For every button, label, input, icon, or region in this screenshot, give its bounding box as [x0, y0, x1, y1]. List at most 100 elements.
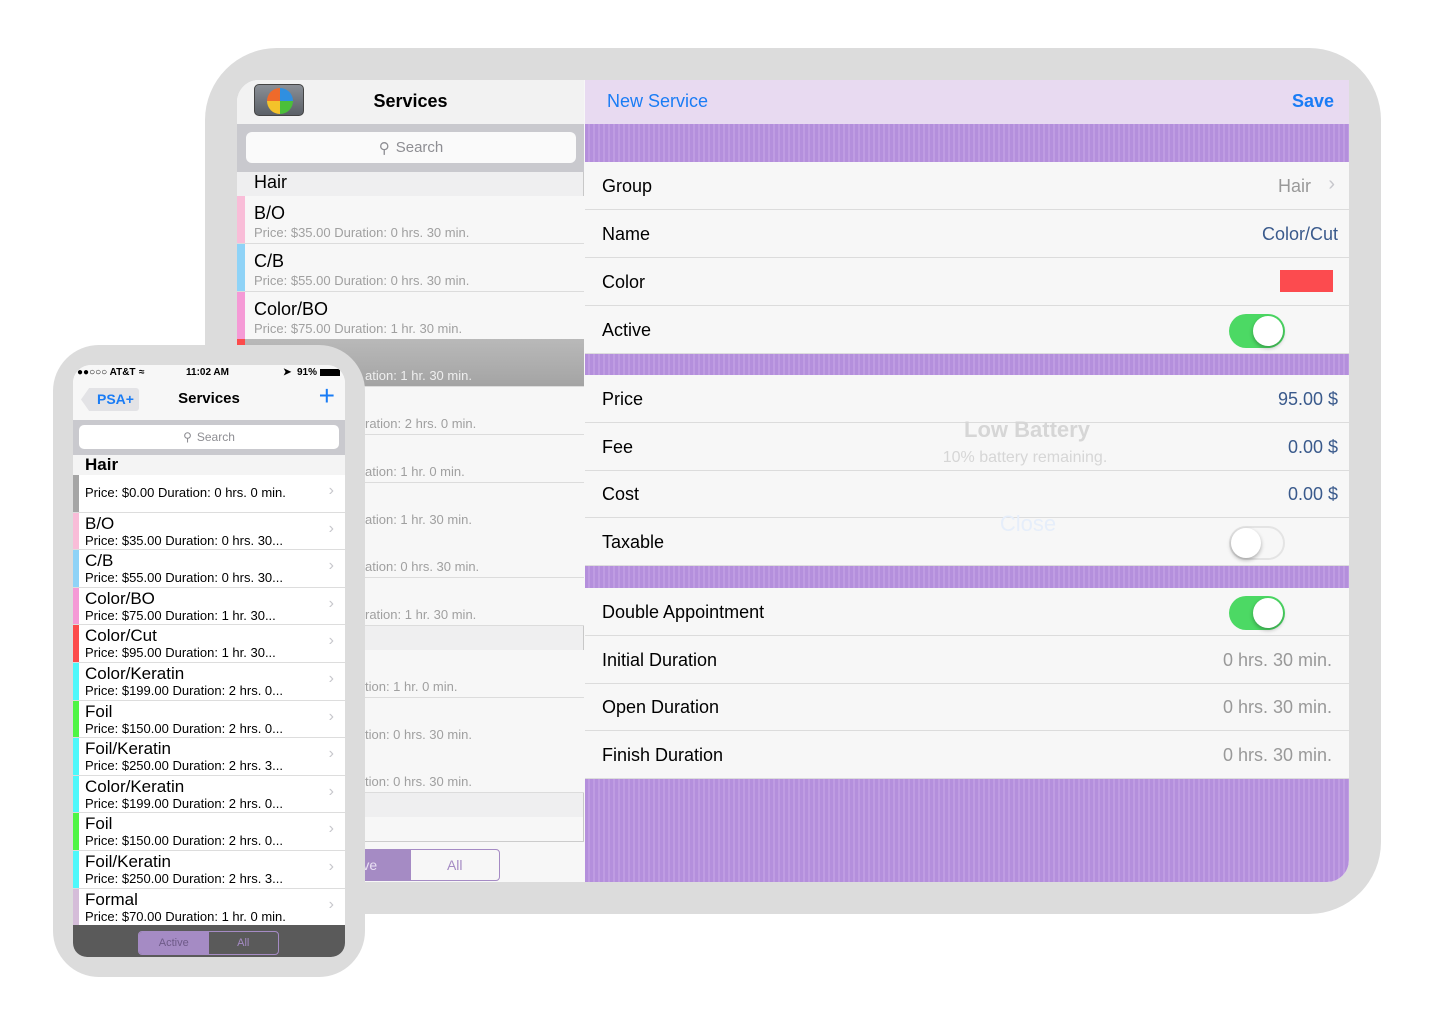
section-header: Hair — [237, 172, 583, 196]
phone-filter-segmented-control: Active All — [138, 931, 279, 955]
field-value[interactable]: Color/Cut — [1262, 224, 1338, 245]
color-bar — [73, 738, 79, 775]
chevron-right-icon: › — [328, 707, 334, 725]
color-bar — [73, 775, 79, 813]
alert-close-button[interactable]: Close — [878, 511, 1178, 537]
list-item[interactable]: Color/BO Price: $75.00 Duration: 1 hr. 30… — [73, 587, 345, 626]
field-value[interactable]: 0 hrs. 30 min. — [1223, 745, 1332, 766]
item-subtitle: ation: 1 hr. 0 min. — [365, 464, 465, 479]
list-item[interactable]: Color/Keratin Price: $199.00 Duration: 2 … — [73, 775, 345, 814]
item-title: Color/BO — [85, 588, 155, 608]
item-title: Color/Keratin — [85, 664, 185, 683]
item-subtitle: ration: 1 hr. 30 min. — [365, 607, 477, 622]
field-open[interactable]: Open Duration 0 hrs. 30 min. — [585, 683, 1349, 731]
item-subtitle: Price: $75.00 Duration: 1 hr. 30... — [85, 607, 276, 623]
chevron-right-icon: › — [328, 519, 334, 537]
phone-search-input[interactable]: ⚲ Search — [79, 425, 339, 449]
field-label: Initial Duration — [602, 650, 718, 670]
field-value[interactable]: 0 hrs. 30 min. — [1223, 697, 1332, 718]
save-button[interactable]: Save — [1292, 91, 1334, 112]
tablet-screen: Services ⚲ Search Hair B/O Price: $35.00 Du… — [237, 80, 1349, 882]
field-value[interactable]: 95.00 $ — [1278, 389, 1338, 410]
double-toggle[interactable] — [1229, 596, 1285, 630]
list-item[interactable]: C/B Price: $55.00 Duration: 0 hrs. 30... › — [73, 550, 345, 588]
toggle-knob — [1253, 316, 1283, 346]
list-item[interactable]: Formal Price: $70.00 Duration: 1 hr. 0 mi… — [73, 888, 345, 927]
phone-screen: ●●○○○ AT&T ≈ 11:02 AM ➤ 91% PSA+ Service… — [73, 365, 345, 957]
list-item[interactable]: B/O Price: $35.00 Duration: 0 hrs. 30 min… — [237, 196, 584, 244]
toggle-knob — [1231, 528, 1261, 558]
field-value[interactable]: 0.00 $ — [1288, 484, 1338, 505]
chevron-right-icon: › — [328, 557, 334, 575]
item-title: C/B — [85, 551, 114, 571]
item-subtitle: Price: $250.00 Duration: 2 hrs. 3... — [85, 871, 283, 886]
item-title: C/B — [254, 251, 285, 271]
field-group[interactable]: Group Hair › — [585, 162, 1349, 210]
item-title: Foil/Keratin — [85, 852, 171, 871]
field-value[interactable]: 0.00 $ — [1288, 437, 1338, 458]
list-item[interactable]: B/O Price: $35.00 Duration: 0 hrs. 30... › — [73, 512, 345, 551]
color-bar — [237, 196, 245, 243]
alert-message: 10% battery remaining. — [942, 449, 1108, 466]
purple-separator — [585, 124, 1349, 162]
chevron-right-icon: › — [328, 594, 334, 612]
field-double[interactable]: Double Appointment — [585, 588, 1349, 636]
phone-nav-bar: PSA+ Services + — [73, 380, 345, 420]
item-subtitle: ation: 1 hr. 30 min. — [365, 368, 472, 383]
item-subtitle: Price: $95.00 Duration: 1 hr. 30... — [85, 645, 276, 661]
chevron-right-icon: › — [328, 820, 334, 838]
taxable-toggle[interactable] — [1229, 526, 1285, 560]
search-input[interactable]: ⚲ Search — [246, 132, 576, 163]
list-item[interactable]: Color/Keratin Price: $199.00 Duration: 2 … — [73, 663, 345, 701]
chevron-right-icon: › — [1328, 173, 1335, 195]
alert-title: Low Battery — [964, 417, 1090, 442]
item-subtitle: Price: $199.00 Duration: 2 hrs. 0... — [85, 683, 283, 698]
item-subtitle: Price: $0.00 Duration: 0 hrs. 0 min. — [85, 485, 286, 500]
item-title: B/O — [85, 513, 115, 533]
item-title: Color/Cut — [85, 626, 157, 646]
add-button[interactable]: + — [319, 380, 335, 412]
field-active[interactable]: Active — [585, 306, 1349, 354]
item-title: Foil — [85, 814, 113, 834]
color-bar — [73, 587, 79, 625]
field-value[interactable]: Hair — [1278, 176, 1311, 197]
color-bar — [73, 475, 79, 512]
segment-all[interactable]: All — [209, 932, 279, 954]
field-name[interactable]: Name Color/Cut — [585, 210, 1349, 258]
item-subtitle: Price: $35.00 Duration: 0 hrs. 30 min. — [254, 225, 470, 240]
field-price[interactable]: Price 95.00 $ — [585, 375, 1349, 423]
color-swatch[interactable] — [1280, 270, 1333, 292]
field-color[interactable]: Color — [585, 258, 1349, 306]
item-subtitle: tion: 0 hrs. 30 min. — [365, 727, 472, 742]
segment-active[interactable]: Active — [139, 932, 209, 954]
list-item[interactable]: Color/Cut Price: $95.00 Duration: 1 hr. 3… — [73, 625, 345, 663]
field-value[interactable]: 0 hrs. 30 min. — [1223, 650, 1332, 671]
segment-all[interactable]: All — [411, 850, 500, 880]
list-item[interactable]: Foil Price: $150.00 Duration: 2 hrs. 0...… — [73, 813, 345, 851]
field-finish[interactable]: Finish Duration 0 hrs. 30 min. — [585, 731, 1349, 779]
item-title: Color/Keratin — [85, 776, 185, 796]
field-initial[interactable]: Initial Duration 0 hrs. 30 min. — [585, 636, 1349, 684]
list-item[interactable]: Color/BO Price: $75.00 Duration: 1 hr. 30… — [237, 292, 584, 340]
battery-icon — [320, 369, 340, 376]
active-toggle[interactable] — [1229, 314, 1285, 348]
list-item[interactable]: C/B Price: $55.00 Duration: 0 hrs. 30 min… — [237, 244, 584, 292]
list-item[interactable]: Foil Price: $150.00 Duration: 2 hrs. 0...… — [73, 700, 345, 739]
color-bar — [73, 550, 79, 587]
field-label: Name — [602, 224, 651, 244]
list-item[interactable]: Foil/Keratin Price: $250.00 Duration: 2 h… — [73, 851, 345, 889]
field-label: Double Appointment — [602, 602, 765, 622]
purple-separator — [585, 778, 1349, 882]
chevron-right-icon: › — [328, 632, 334, 650]
item-subtitle: tion: 1 hr. 0 min. — [365, 679, 458, 694]
field-label: Finish Duration — [602, 745, 724, 765]
field-label: Group — [602, 176, 653, 196]
item-subtitle: tion: 0 hrs. 30 min. — [365, 774, 472, 789]
item-title: Foil/Keratin — [85, 739, 171, 759]
color-bar — [73, 512, 79, 550]
list-item[interactable]: Price: $0.00 Duration: 0 hrs. 0 min. › — [73, 475, 345, 513]
list-item[interactable]: Foil/Keratin Price: $250.00 Duration: 2 h… — [73, 738, 345, 776]
battery-percent: 91% — [297, 367, 318, 378]
search-icon: ⚲ — [378, 139, 390, 157]
item-subtitle: Price: $35.00 Duration: 0 hrs. 30... — [85, 532, 283, 548]
